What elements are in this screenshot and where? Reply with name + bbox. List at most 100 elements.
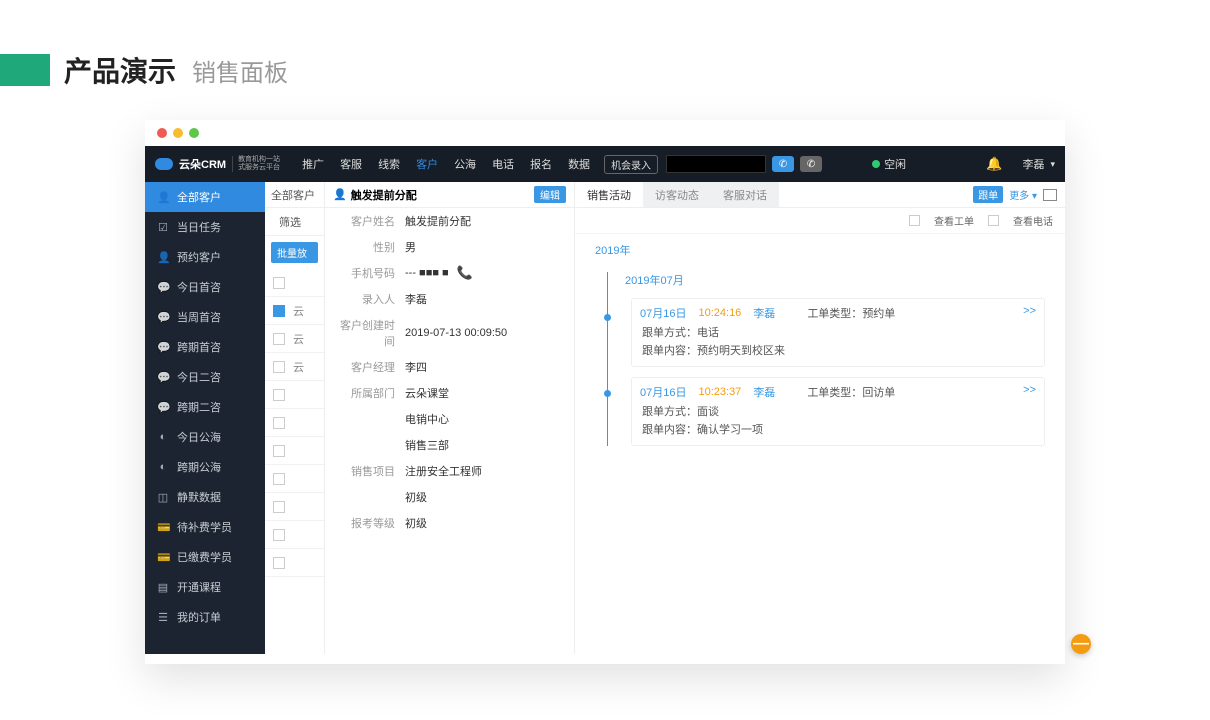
track-button[interactable]: 跟单 bbox=[973, 186, 1003, 203]
opportunity-button[interactable]: 机会录入 bbox=[604, 155, 658, 174]
table-row[interactable] bbox=[265, 521, 324, 549]
sidebar-item[interactable]: ▤开通课程 bbox=[145, 572, 265, 602]
sidebar-item[interactable]: 💬跨期首咨 bbox=[145, 332, 265, 362]
field-value: 2019-07-13 00:09:50 bbox=[405, 317, 564, 349]
field-value: 李四 bbox=[405, 359, 564, 375]
fab-button[interactable]: — bbox=[1071, 634, 1091, 654]
tab-visitor[interactable]: 访客动态 bbox=[643, 182, 711, 207]
logo-icon bbox=[155, 158, 173, 170]
event-date: 07月16日 bbox=[640, 305, 686, 321]
timeline-card[interactable]: 07月16日 10:23:37 李磊 工单类型：回访单 >> 跟单方式：面谈 跟… bbox=[631, 377, 1045, 446]
sidebar-item-label: 跨期二咨 bbox=[177, 399, 221, 415]
nav-sea[interactable]: 公海 bbox=[454, 156, 476, 172]
table-row[interactable] bbox=[265, 493, 324, 521]
app-window: 云朵CRM 教育机构一站式服务云平台 推广 客服 线索 客户 公海 电话 报名 … bbox=[145, 120, 1065, 664]
sidebar-item-label: 预约客户 bbox=[177, 249, 221, 265]
field-label: 录入人 bbox=[335, 291, 405, 307]
sidebar-item[interactable]: ◐跨期公海 bbox=[145, 452, 265, 482]
sidebar-item[interactable]: 💬今日首咨 bbox=[145, 272, 265, 302]
accent-bar bbox=[0, 54, 50, 86]
sidebar-item-all[interactable]: 👤全部客户 bbox=[145, 182, 265, 212]
batch-button[interactable]: 批量放 bbox=[271, 242, 318, 263]
nav-customer[interactable]: 客户 bbox=[416, 156, 438, 172]
sidebar-item[interactable]: 💬当周首咨 bbox=[145, 302, 265, 332]
table-row[interactable]: 云 bbox=[265, 325, 324, 353]
nav-promote[interactable]: 推广 bbox=[302, 156, 324, 172]
timeline-card[interactable]: 07月16日 10:24:16 李磊 工单类型：预约单 >> 跟单方式：电话 跟… bbox=[631, 298, 1045, 367]
nav-service[interactable]: 客服 bbox=[340, 156, 362, 172]
sidebar-item[interactable]: ◫静默数据 bbox=[145, 482, 265, 512]
sidebar-item[interactable]: ☑当日任务 bbox=[145, 212, 265, 242]
sidebar-item[interactable]: 💬 跨期二咨 bbox=[145, 392, 265, 422]
minimize-icon[interactable] bbox=[173, 128, 183, 138]
sidebar-item[interactable]: ◐今日公海 bbox=[145, 422, 265, 452]
checkbox[interactable] bbox=[273, 417, 285, 429]
sidebar-item-label: 当日任务 bbox=[177, 219, 221, 235]
field-label bbox=[335, 489, 405, 505]
field-value: 云朵课堂 bbox=[405, 385, 564, 401]
checkbox[interactable] bbox=[273, 277, 285, 289]
checkbox[interactable] bbox=[273, 557, 285, 569]
field-value: --- ■■■ ■📞 bbox=[405, 265, 564, 281]
sidebar-item-label: 今日首咨 bbox=[177, 279, 221, 295]
nav-leads[interactable]: 线索 bbox=[378, 156, 400, 172]
hangup-button[interactable]: ✆ bbox=[800, 156, 822, 172]
panel-icon[interactable] bbox=[1043, 189, 1057, 201]
table-row[interactable] bbox=[265, 437, 324, 465]
call-button[interactable]: ✆ bbox=[772, 156, 794, 172]
field-label: 性别 bbox=[335, 239, 405, 255]
event-user: 李磊 bbox=[753, 384, 775, 400]
checkbox[interactable] bbox=[273, 445, 285, 457]
maximize-icon[interactable] bbox=[189, 128, 199, 138]
tab-service[interactable]: 客服对话 bbox=[711, 182, 779, 207]
field-label: 手机号码 bbox=[335, 265, 405, 281]
sidebar-item-label: 今日公海 bbox=[177, 429, 221, 445]
sidebar-item[interactable]: 👤预约客户 bbox=[145, 242, 265, 272]
month-label: 2019年07月 bbox=[625, 272, 1045, 288]
nav-phone[interactable]: 电话 bbox=[492, 156, 514, 172]
edit-button[interactable]: 编辑 bbox=[534, 186, 566, 203]
list-filter[interactable]: 筛选 bbox=[265, 208, 324, 236]
chevron-down-icon[interactable]: ▾ bbox=[1050, 159, 1055, 170]
event-more-link[interactable]: >> bbox=[1023, 305, 1036, 317]
checkbox[interactable] bbox=[273, 389, 285, 401]
checkbox[interactable] bbox=[273, 333, 285, 345]
table-row[interactable] bbox=[265, 465, 324, 493]
nav-data[interactable]: 数据 bbox=[568, 156, 590, 172]
detail-panel: 👤触发提前分配 编辑 客户姓名触发提前分配 性别男 手机号码--- ■■■ ■📞… bbox=[325, 182, 575, 654]
sidebar-item[interactable]: ☰我的订单 bbox=[145, 602, 265, 632]
msg-icon: 💬 bbox=[157, 401, 169, 414]
sidebar-item-label: 开通课程 bbox=[177, 579, 221, 595]
field-value: 初级 bbox=[405, 489, 564, 505]
sidebar-item[interactable]: 💳已缴费学员 bbox=[145, 542, 265, 572]
tab-sales-activity[interactable]: 销售活动 bbox=[575, 182, 643, 207]
checkbox[interactable] bbox=[988, 215, 999, 226]
checkbox[interactable] bbox=[273, 361, 285, 373]
phone-icon[interactable]: 📞 bbox=[457, 265, 473, 281]
checkbox[interactable] bbox=[273, 473, 285, 485]
bell-icon[interactable]: 🔔 bbox=[986, 156, 1002, 172]
table-row[interactable]: 云 bbox=[265, 297, 324, 325]
close-icon[interactable] bbox=[157, 128, 167, 138]
user-name[interactable]: 李磊 bbox=[1022, 156, 1044, 172]
more-link[interactable]: 更多 ▾ bbox=[1009, 187, 1037, 202]
event-time: 10:24:16 bbox=[698, 307, 741, 319]
event-more-link[interactable]: >> bbox=[1023, 384, 1036, 396]
field-label: 销售项目 bbox=[335, 463, 405, 479]
nav-enroll[interactable]: 报名 bbox=[530, 156, 552, 172]
checkbox[interactable] bbox=[273, 501, 285, 513]
field-value: 电销中心 bbox=[405, 411, 564, 427]
sidebar-item[interactable]: 💬今日二咨 bbox=[145, 362, 265, 392]
checkbox[interactable] bbox=[273, 529, 285, 541]
timeline-line bbox=[607, 272, 608, 446]
table-row[interactable]: 云 bbox=[265, 353, 324, 381]
sidebar-item[interactable]: 💳待补费学员 bbox=[145, 512, 265, 542]
year-label: 2019年 bbox=[575, 234, 1065, 266]
search-input[interactable] bbox=[666, 155, 766, 173]
checkbox[interactable] bbox=[273, 305, 285, 317]
table-row[interactable] bbox=[265, 409, 324, 437]
table-row[interactable] bbox=[265, 549, 324, 577]
table-row[interactable] bbox=[265, 381, 324, 409]
top-nav: 云朵CRM 教育机构一站式服务云平台 推广 客服 线索 客户 公海 电话 报名 … bbox=[145, 146, 1065, 182]
checkbox[interactable] bbox=[909, 215, 920, 226]
